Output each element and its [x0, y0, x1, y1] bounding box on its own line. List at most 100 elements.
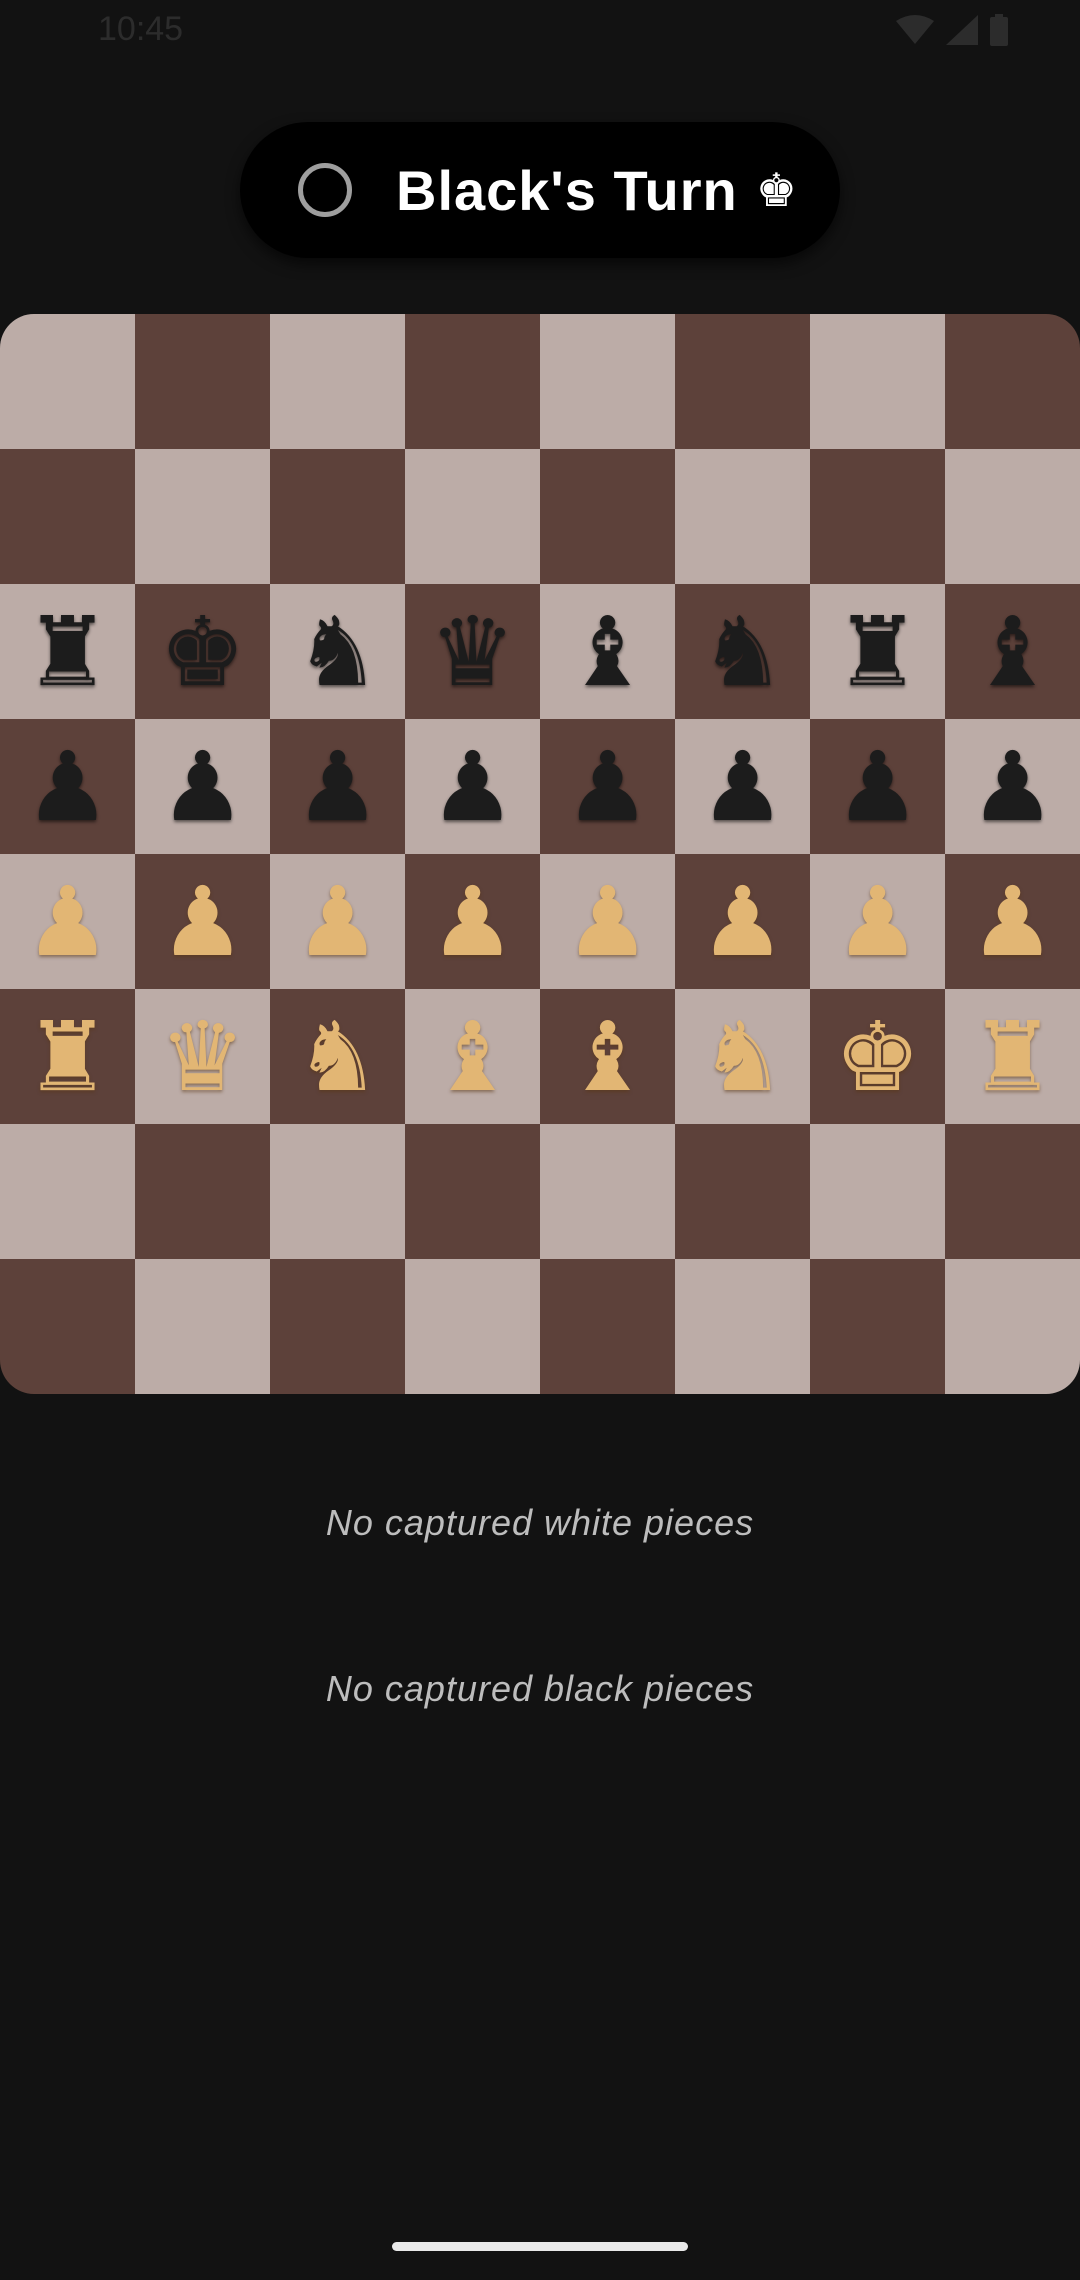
square-e3[interactable]: ♝ — [540, 989, 675, 1124]
white-pawn-piece[interactable]: ♟ — [834, 874, 920, 970]
square-e8[interactable] — [540, 314, 675, 449]
square-d6[interactable]: ♛ — [405, 584, 540, 719]
white-rook-piece[interactable]: ♜ — [969, 1009, 1055, 1105]
square-f5[interactable]: ♟ — [675, 719, 810, 854]
square-b7[interactable] — [135, 449, 270, 584]
black-pawn-piece[interactable]: ♟ — [24, 739, 110, 835]
square-d2[interactable] — [405, 1124, 540, 1259]
white-king-piece[interactable]: ♚ — [834, 1009, 920, 1105]
square-g1[interactable] — [810, 1259, 945, 1394]
square-d3[interactable]: ♝ — [405, 989, 540, 1124]
square-h5[interactable]: ♟ — [945, 719, 1080, 854]
square-e2[interactable] — [540, 1124, 675, 1259]
square-f6[interactable]: ♞ — [675, 584, 810, 719]
square-f8[interactable] — [675, 314, 810, 449]
square-a8[interactable] — [0, 314, 135, 449]
white-pawn-piece[interactable]: ♟ — [699, 874, 785, 970]
turn-label: Black's Turn — [396, 158, 738, 222]
square-c3[interactable]: ♞ — [270, 989, 405, 1124]
square-g8[interactable] — [810, 314, 945, 449]
square-a7[interactable] — [0, 449, 135, 584]
square-d1[interactable] — [405, 1259, 540, 1394]
square-a2[interactable] — [0, 1124, 135, 1259]
square-c1[interactable] — [270, 1259, 405, 1394]
square-d7[interactable] — [405, 449, 540, 584]
black-pawn-piece[interactable]: ♟ — [699, 739, 785, 835]
white-knight-piece[interactable]: ♞ — [699, 1009, 785, 1105]
square-f3[interactable]: ♞ — [675, 989, 810, 1124]
square-g5[interactable]: ♟ — [810, 719, 945, 854]
black-bishop-piece[interactable]: ♝ — [564, 604, 650, 700]
black-pawn-piece[interactable]: ♟ — [429, 739, 515, 835]
white-pawn-piece[interactable]: ♟ — [564, 874, 650, 970]
square-f7[interactable] — [675, 449, 810, 584]
square-b5[interactable]: ♟ — [135, 719, 270, 854]
square-e6[interactable]: ♝ — [540, 584, 675, 719]
square-a3[interactable]: ♜ — [0, 989, 135, 1124]
white-bishop-piece[interactable]: ♝ — [429, 1009, 515, 1105]
chess-board[interactable]: ♜ ♚ ♞ ♛ ♝ ♞ ♜ ♝ ♟ ♟ ♟ ♟ ♟ ♟ ♟ ♟ ♟ ♟ ♟ ♟ ♟ ♟ ♟ ♟ ♜ ♛ ♞ ♝ ♝ ♞ ♚ ♜ — [0, 314, 1080, 1394]
black-king-piece[interactable]: ♚ — [159, 604, 245, 700]
white-pawn-piece[interactable]: ♟ — [294, 874, 380, 970]
white-pawn-piece[interactable]: ♟ — [24, 874, 110, 970]
square-h3[interactable]: ♜ — [945, 989, 1080, 1124]
square-b1[interactable] — [135, 1259, 270, 1394]
white-rook-piece[interactable]: ♜ — [24, 1009, 110, 1105]
square-a5[interactable]: ♟ — [0, 719, 135, 854]
black-pawn-piece[interactable]: ♟ — [969, 739, 1055, 835]
square-b4[interactable]: ♟ — [135, 854, 270, 989]
square-e1[interactable] — [540, 1259, 675, 1394]
white-pawn-piece[interactable]: ♟ — [429, 874, 515, 970]
square-h4[interactable]: ♟ — [945, 854, 1080, 989]
square-c7[interactable] — [270, 449, 405, 584]
square-g7[interactable] — [810, 449, 945, 584]
square-g3[interactable]: ♚ — [810, 989, 945, 1124]
black-rook-piece[interactable]: ♜ — [834, 604, 920, 700]
square-b6[interactable]: ♚ — [135, 584, 270, 719]
square-c6[interactable]: ♞ — [270, 584, 405, 719]
black-pawn-piece[interactable]: ♟ — [834, 739, 920, 835]
square-f2[interactable] — [675, 1124, 810, 1259]
square-d5[interactable]: ♟ — [405, 719, 540, 854]
square-b8[interactable] — [135, 314, 270, 449]
square-e4[interactable]: ♟ — [540, 854, 675, 989]
square-a4[interactable]: ♟ — [0, 854, 135, 989]
white-pawn-piece[interactable]: ♟ — [969, 874, 1055, 970]
square-h1[interactable] — [945, 1259, 1080, 1394]
square-c4[interactable]: ♟ — [270, 854, 405, 989]
square-c2[interactable] — [270, 1124, 405, 1259]
square-d4[interactable]: ♟ — [405, 854, 540, 989]
square-g4[interactable]: ♟ — [810, 854, 945, 989]
black-knight-piece[interactable]: ♞ — [294, 604, 380, 700]
white-knight-piece[interactable]: ♞ — [294, 1009, 380, 1105]
black-pawn-piece[interactable]: ♟ — [564, 739, 650, 835]
square-d8[interactable] — [405, 314, 540, 449]
square-a1[interactable] — [0, 1259, 135, 1394]
white-queen-piece[interactable]: ♛ — [159, 1009, 245, 1105]
home-indicator[interactable] — [392, 2242, 688, 2251]
black-rook-piece[interactable]: ♜ — [24, 604, 110, 700]
square-h8[interactable] — [945, 314, 1080, 449]
square-a6[interactable]: ♜ — [0, 584, 135, 719]
black-knight-piece[interactable]: ♞ — [699, 604, 785, 700]
square-g6[interactable]: ♜ — [810, 584, 945, 719]
black-queen-piece[interactable]: ♛ — [429, 604, 515, 700]
black-pawn-piece[interactable]: ♟ — [159, 739, 245, 835]
black-pawn-piece[interactable]: ♟ — [294, 739, 380, 835]
square-b2[interactable] — [135, 1124, 270, 1259]
square-h7[interactable] — [945, 449, 1080, 584]
white-bishop-piece[interactable]: ♝ — [564, 1009, 650, 1105]
square-h2[interactable] — [945, 1124, 1080, 1259]
square-g2[interactable] — [810, 1124, 945, 1259]
square-e5[interactable]: ♟ — [540, 719, 675, 854]
square-h6[interactable]: ♝ — [945, 584, 1080, 719]
white-pawn-piece[interactable]: ♟ — [159, 874, 245, 970]
square-f4[interactable]: ♟ — [675, 854, 810, 989]
black-bishop-piece[interactable]: ♝ — [969, 604, 1055, 700]
square-f1[interactable] — [675, 1259, 810, 1394]
square-b3[interactable]: ♛ — [135, 989, 270, 1124]
square-c5[interactable]: ♟ — [270, 719, 405, 854]
square-c8[interactable] — [270, 314, 405, 449]
king-icon: ♚ — [755, 163, 797, 217]
square-e7[interactable] — [540, 449, 675, 584]
